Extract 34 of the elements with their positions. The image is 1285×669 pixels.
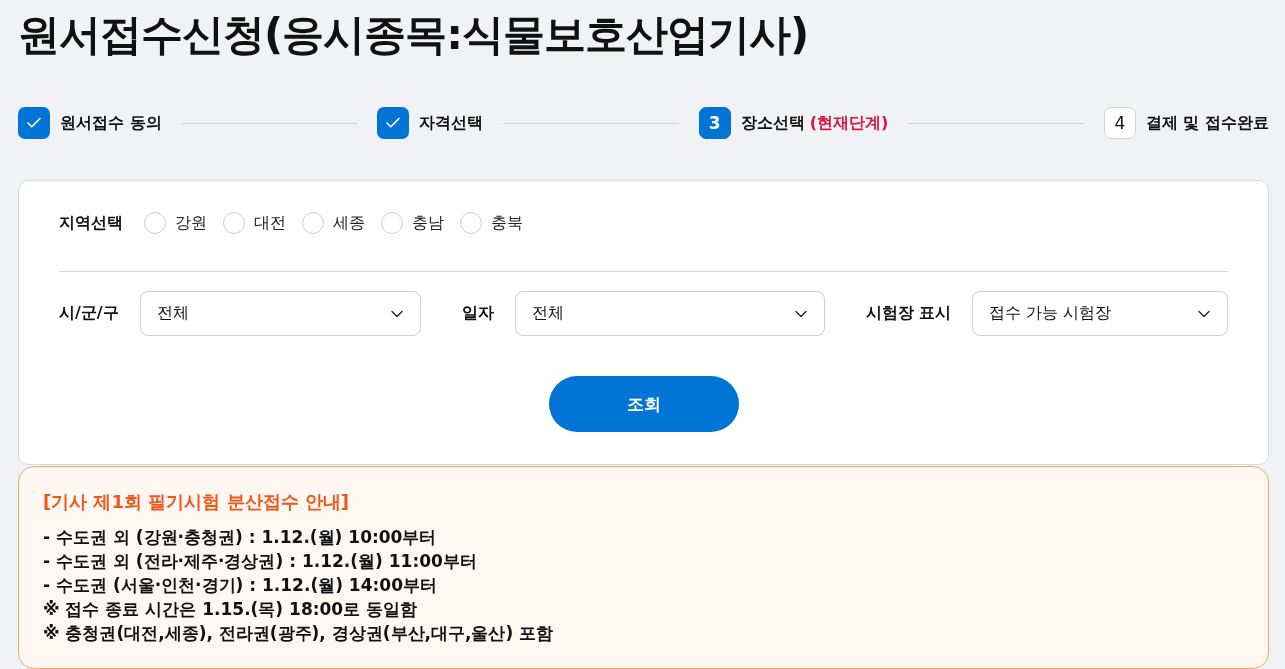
step-label: 결제 및 접수완료	[1145, 112, 1269, 134]
step-label: 원서접수 동의	[60, 112, 162, 134]
notice-line: ※ 충청권(대전,세종), 전라권(광주), 경상권(부산,대구,울산) 포함	[43, 622, 554, 645]
notice-title: [기사 제1회 필기시험 분산접수 안내]	[43, 490, 350, 514]
filter-label: 일자	[462, 303, 495, 324]
filter-label: 시험장 표시	[865, 303, 952, 324]
notice-line: - 수도권 (서울·인천·경기) : 1.12.(월) 14:00부터	[43, 574, 437, 597]
dropdown-select[interactable]: 전체	[139, 291, 422, 336]
current-step-note: (현재단계)	[809, 112, 889, 134]
filter-label: 시/군/구	[59, 303, 119, 324]
radio-button[interactable]	[460, 212, 482, 234]
search-button[interactable]: 조회	[548, 376, 739, 432]
dropdown-select[interactable]: 전체	[515, 291, 825, 336]
step-label: 자격선택	[419, 112, 484, 134]
notice-line: ※ 접수 종료 시간은 1.15.(목) 18:00로 동일함	[43, 598, 418, 621]
step-label: 장소선택	[740, 112, 805, 134]
page-title: 원서접수신청(응시종목:식물보호산업기사)	[18, 9, 809, 61]
notice-line: - 수도권 외 (전라·제주·경상권) : 1.12.(월) 11:00부터	[43, 550, 477, 573]
step-number: 3	[698, 107, 731, 139]
check-icon	[18, 107, 50, 139]
radio-button[interactable]	[144, 212, 166, 234]
radio-button[interactable]	[302, 212, 324, 234]
dropdown-select[interactable]: 접수 가능 시험장	[972, 291, 1228, 336]
radio-button[interactable]	[223, 212, 245, 234]
radio-label[interactable]: 강원	[175, 212, 207, 234]
radio-label[interactable]: 대전	[254, 212, 286, 234]
radio-label[interactable]: 충북	[491, 212, 523, 234]
check-icon	[377, 107, 410, 139]
radio-button[interactable]	[381, 212, 403, 234]
region-label: 지역선택	[59, 212, 123, 234]
radio-label[interactable]: 충남	[412, 212, 444, 234]
step-number: 4	[1103, 107, 1136, 139]
notice-line: - 수도권 외 (강원·충청권) : 1.12.(월) 10:00부터	[43, 526, 437, 549]
radio-label[interactable]: 세종	[333, 212, 365, 234]
